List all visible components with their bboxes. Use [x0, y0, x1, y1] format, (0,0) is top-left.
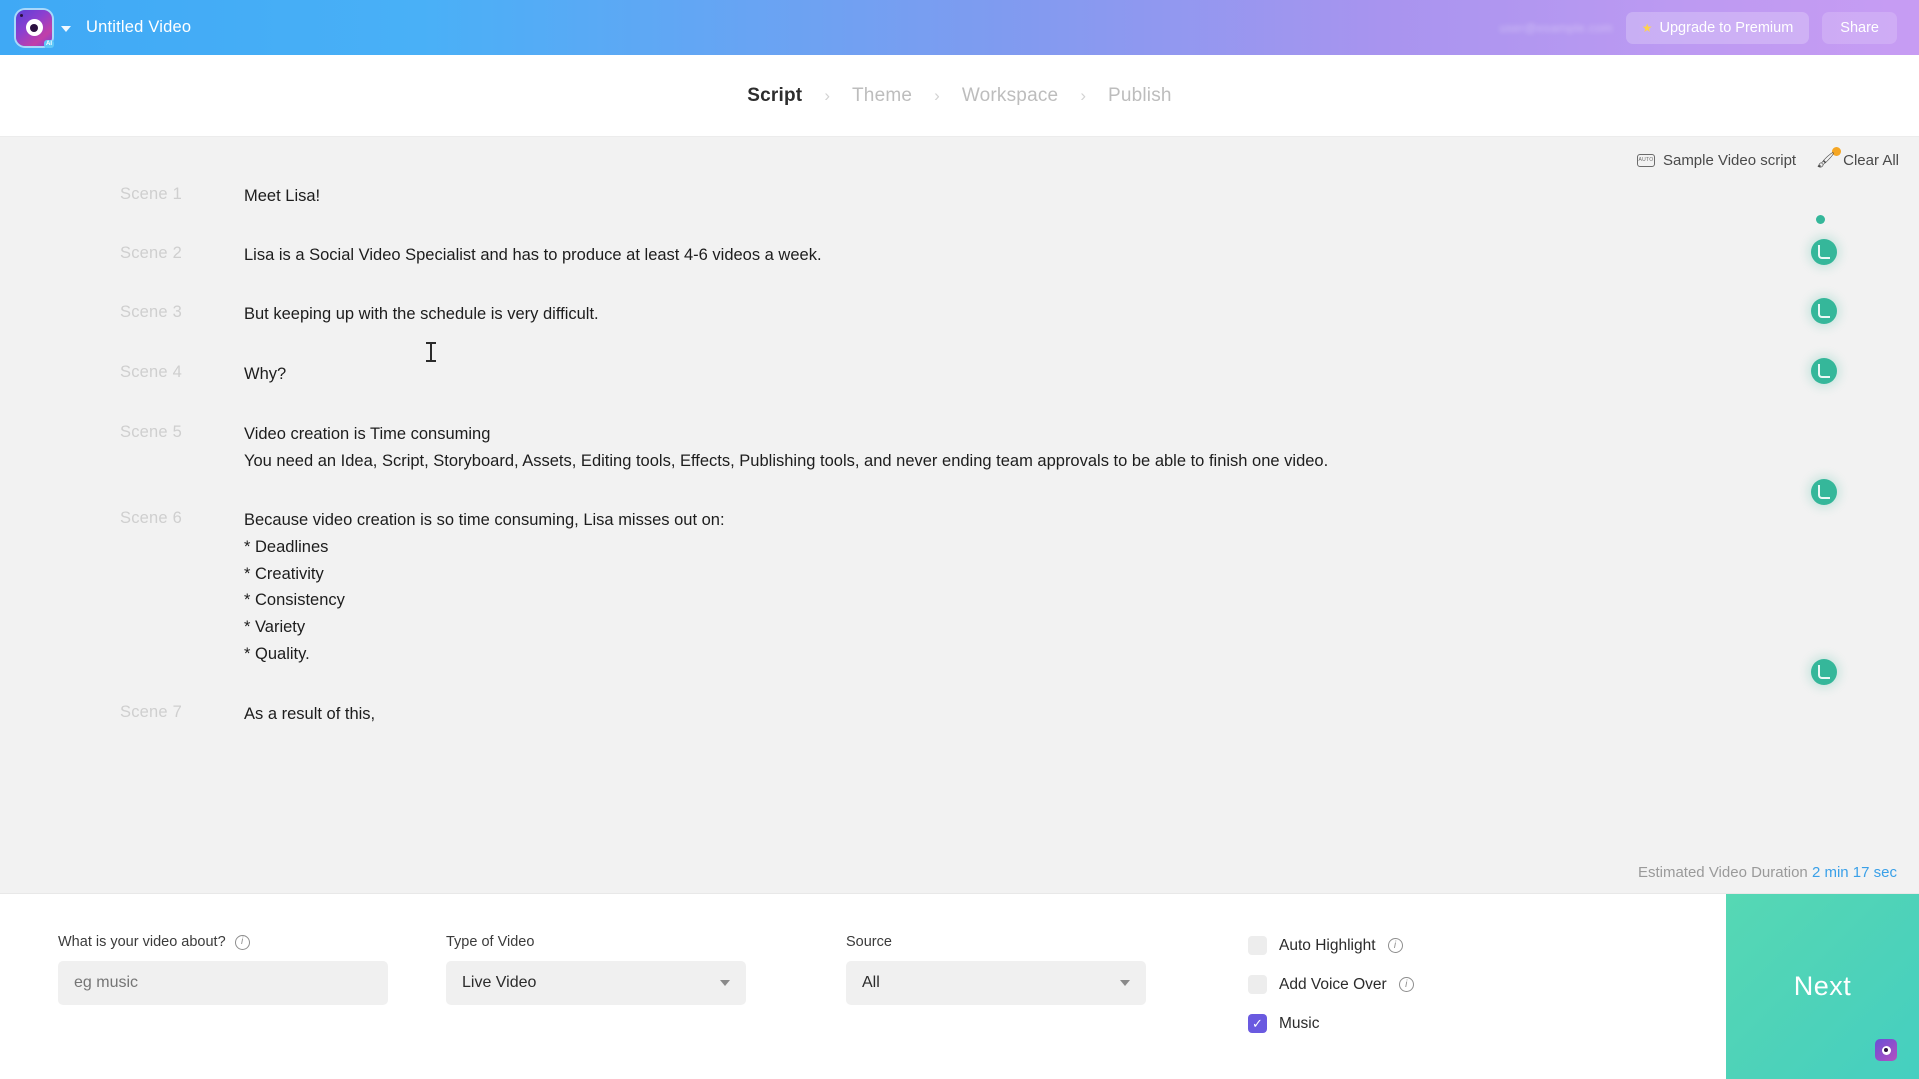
auto-highlight-checkbox[interactable]: [1248, 936, 1267, 955]
logo-pupil: [1884, 1048, 1888, 1052]
scene-text[interactable]: But keeping up with the schedule is very…: [244, 301, 599, 328]
app-logo-icon[interactable]: AI: [16, 9, 54, 48]
header-actions: user@example.com ★ Upgrade to Premium Sh…: [1499, 11, 1897, 44]
app-logo-group[interactable]: AI Untitled Video: [16, 9, 191, 48]
auto-highlight-label: Auto Highlight: [1279, 936, 1376, 954]
upgrade-button-label: Upgrade to Premium: [1659, 19, 1794, 36]
source-select[interactable]: All: [846, 961, 1146, 1005]
add-voice-over-label: Add Voice Over: [1279, 975, 1387, 993]
checkbox-row-music[interactable]: ✓ Music: [1248, 1014, 1414, 1033]
clear-all-button[interactable]: 🖌 Clear All: [1816, 151, 1899, 170]
logo-pupil: [30, 23, 38, 32]
upgrade-to-premium-button[interactable]: ★ Upgrade to Premium: [1625, 11, 1810, 44]
document-title[interactable]: Untitled Video: [86, 18, 191, 37]
next-button[interactable]: Next: [1726, 894, 1919, 1079]
step-publish[interactable]: Publish: [1108, 85, 1172, 107]
type-of-video-label: Type of Video: [446, 934, 535, 950]
video-about-label: What is your video about?: [58, 934, 226, 950]
step-workspace[interactable]: Workspace: [962, 85, 1059, 107]
scene-text[interactable]: Video creation is Time consuming You nee…: [244, 421, 1328, 474]
estimated-duration: Estimated Video Duration 2 min 17 sec: [1638, 864, 1897, 881]
sample-video-script-label: Sample Video script: [1662, 151, 1797, 169]
estimated-duration-label: Estimated Video Duration: [1637, 864, 1808, 881]
scene-text[interactable]: Why?: [244, 361, 286, 388]
scene-label: Scene 3: [120, 303, 182, 322]
type-of-video-field-group: Type of Video Live Video: [446, 934, 746, 1005]
scene-row[interactable]: Scene 2 Lisa is a Social Video Specialis…: [0, 238, 1919, 269]
add-voice-over-checkbox[interactable]: [1248, 975, 1267, 994]
app-header: AI Untitled Video user@example.com ★ Upg…: [0, 0, 1919, 55]
checkbox-row-add-voice-over[interactable]: Add Voice Over i: [1248, 975, 1414, 994]
step-separator-3: ›: [1080, 85, 1086, 105]
script-settings-bar: What is your video about? i Type of Vide…: [0, 893, 1919, 1079]
scene-row[interactable]: Scene 4 Why?: [0, 358, 1919, 388]
scene-voice-icon[interactable]: [1811, 358, 1837, 385]
script-toolbar: AUTO Sample Video script 🖌 Clear All: [1636, 147, 1899, 170]
chevron-down-icon: [720, 980, 730, 986]
scene-label: Scene 2: [120, 243, 182, 262]
text-cursor: [426, 342, 436, 362]
options-checkbox-group: Auto Highlight i Add Voice Over i ✓ Musi…: [1248, 934, 1414, 1033]
logo-eye-icon: [1881, 1045, 1891, 1055]
chevron-down-icon: [1120, 980, 1130, 986]
estimated-duration-value: 2 min 17 sec: [1811, 864, 1897, 881]
info-icon[interactable]: i: [234, 934, 250, 950]
workflow-breadcrumb: Script › Theme › Workspace › Publish: [0, 55, 1919, 137]
scene-label: Scene 7: [120, 702, 182, 721]
clear-all-label: Clear All: [1843, 151, 1899, 169]
brush-icon: 🖌: [1816, 152, 1836, 169]
type-of-video-select[interactable]: Live Video: [446, 961, 746, 1005]
scene-row[interactable]: Scene 1 Meet Lisa!: [0, 183, 1919, 224]
step-separator-2: ›: [934, 85, 940, 105]
video-about-label-row: What is your video about? i: [58, 934, 388, 950]
music-label: Music: [1279, 1014, 1320, 1032]
chevron-down-icon[interactable]: [61, 25, 71, 32]
scene-text[interactable]: As a result of this,: [244, 701, 375, 728]
scene-voice-icon[interactable]: [1811, 238, 1837, 265]
scene-label: Scene 4: [120, 363, 182, 382]
closed-caption-icon: AUTO: [1636, 153, 1655, 167]
type-of-video-value: Live Video: [462, 974, 537, 991]
script-editor-panel[interactable]: AUTO Sample Video script 🖌 Clear All Sce…: [0, 137, 1919, 893]
scene-text[interactable]: Because video creation is so time consum…: [244, 507, 725, 667]
video-about-field-group: What is your video about? i: [58, 934, 388, 1005]
scene-list: Scene 1 Meet Lisa! Scene 2 Lisa is a Soc…: [0, 183, 1919, 727]
share-button[interactable]: Share: [1822, 11, 1897, 44]
sample-video-script-button[interactable]: AUTO Sample Video script: [1636, 151, 1797, 169]
scene-status-dot[interactable]: [1816, 215, 1825, 224]
checkbox-row-auto-highlight[interactable]: Auto Highlight i: [1248, 936, 1414, 955]
step-script[interactable]: Script: [747, 85, 802, 107]
scene-label: Scene 6: [120, 509, 182, 528]
info-icon[interactable]: i: [1387, 938, 1403, 953]
logo-ai-badge: AI: [44, 39, 54, 48]
star-icon: ★: [1641, 20, 1653, 35]
scene-text[interactable]: Lisa is a Social Video Specialist and ha…: [244, 242, 822, 269]
scene-row[interactable]: Scene 5 Video creation is Time consuming…: [0, 421, 1919, 505]
step-separator-1: ›: [824, 85, 830, 105]
source-label: Source: [846, 934, 892, 950]
logo-eye-icon: [25, 19, 43, 36]
source-field-group: Source All: [846, 934, 1146, 1005]
music-checkbox[interactable]: ✓: [1248, 1014, 1267, 1033]
scene-label: Scene 5: [120, 422, 182, 441]
scene-voice-icon[interactable]: [1811, 478, 1837, 505]
scene-voice-icon[interactable]: [1811, 298, 1837, 325]
scene-row[interactable]: Scene 3 But keeping up with the schedule…: [0, 298, 1919, 328]
scene-text[interactable]: Meet Lisa!: [244, 183, 320, 210]
next-button-label: Next: [1793, 971, 1852, 1001]
info-icon[interactable]: i: [1398, 977, 1414, 992]
source-value: All: [862, 974, 880, 991]
scene-row[interactable]: Scene 6 Because video creation is so tim…: [0, 507, 1919, 686]
logo-accent-dot: [20, 13, 23, 17]
scene-voice-icon[interactable]: [1811, 659, 1837, 686]
step-theme[interactable]: Theme: [852, 85, 912, 107]
scene-label: Scene 1: [120, 185, 182, 203]
app-logo-badge-icon: [1875, 1039, 1897, 1061]
user-email-label: user@example.com: [1499, 20, 1613, 35]
scene-row[interactable]: Scene 7 As a result of this,: [0, 701, 1919, 728]
video-about-input[interactable]: [58, 961, 388, 1005]
